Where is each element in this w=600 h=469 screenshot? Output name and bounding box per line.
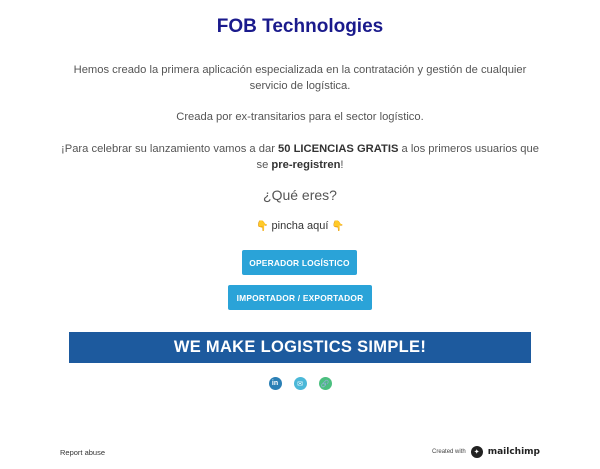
- report-abuse-link[interactable]: Report abuse: [60, 448, 105, 457]
- promo-text: ¡Para celebrar su lanzamiento vamos a da…: [60, 141, 540, 173]
- slogan-banner: WE MAKE LOGISTICS SIMPLE!: [69, 332, 531, 363]
- pincha-aqui: 👇 pincha aquí 👇: [0, 220, 600, 232]
- promo-preregister: pre-registren: [271, 159, 341, 171]
- question-heading: ¿Qué eres?: [263, 187, 337, 203]
- page-title: FOB Technologies: [216, 16, 384, 37]
- mailchimp-logo-icon: ✦: [470, 446, 483, 458]
- pincha-label: pincha aquí: [271, 220, 329, 232]
- pointing-down-hand-icon: 👇: [256, 221, 269, 232]
- social-links: in ✉ 🔗: [0, 377, 600, 390]
- promo-prefix: ¡Para celebrar su lanzamiento vamos a da…: [61, 143, 279, 155]
- link-icon[interactable]: 🔗: [318, 377, 332, 390]
- promo-licenses: 50 LICENCIAS GRATIS: [278, 143, 399, 155]
- email-icon[interactable]: ✉: [293, 377, 307, 390]
- intro-subtext: Creada por ex-transitarios para el secto…: [176, 111, 424, 123]
- operador-logistico-button[interactable]: OPERADOR LOGÍSTICO: [242, 250, 357, 275]
- intro-text: Hemos creado la primera aplicación espec…: [73, 64, 527, 92]
- importador-exportador-button[interactable]: IMPORTADOR / EXPORTADOR: [228, 285, 372, 310]
- created-with-label: Created with: [432, 449, 466, 455]
- created-with-mailchimp[interactable]: Created with ✦ mailchimp: [432, 446, 540, 458]
- linkedin-icon[interactable]: in: [268, 377, 282, 390]
- promo-suffix: !: [340, 159, 344, 171]
- mailchimp-wordmark: mailchimp: [487, 447, 540, 457]
- pointing-down-hand-icon: 👇: [331, 221, 344, 232]
